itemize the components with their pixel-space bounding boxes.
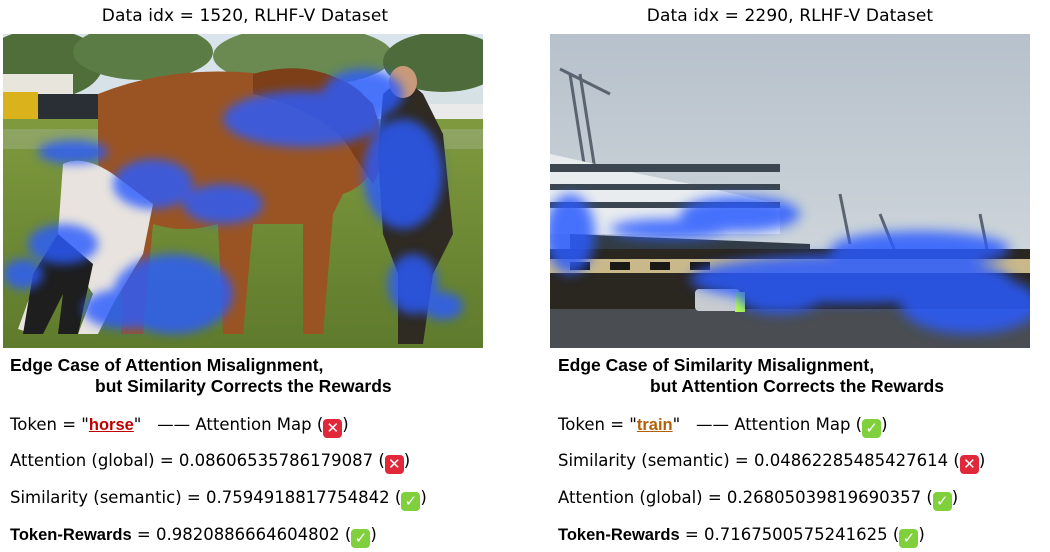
right-case-title: Edge Case of Similarity Misalignment, bu… — [558, 355, 944, 397]
right-rewards-value: = 0.7167500575241625 ( — [679, 525, 900, 544]
left-token-word: horse — [88, 416, 134, 434]
close-paren: ) — [951, 488, 959, 507]
left-panel-title: Data idx = 1520, RLHF-V Dataset — [101, 6, 389, 26]
left-case-title-line1: Edge Case of Attention Misalignment, — [10, 355, 324, 375]
close-paren: ) — [403, 451, 411, 470]
cross-icon: ✕ — [959, 455, 979, 474]
train-attention-image — [550, 34, 1030, 348]
left-attention-row: Attention (global) = 0.08606535786179087… — [10, 451, 410, 474]
token-suffix: " — [133, 415, 142, 434]
close-paren: ) — [978, 451, 986, 470]
check-icon: ✓ — [351, 529, 371, 548]
token-suffix: " — [672, 415, 681, 434]
left-case-title: Edge Case of Attention Misalignment, but… — [10, 355, 392, 397]
attention-map-label: —— Attention Map ( — [695, 415, 863, 434]
close-paren: ) — [370, 525, 377, 544]
close-paren: ) — [918, 525, 925, 544]
attention-map-label: —— Attention Map ( — [157, 415, 324, 434]
right-row2-label: Similarity (semantic) = 0.04862285485427… — [558, 451, 960, 470]
cross-icon: ✕ — [384, 455, 404, 474]
close-paren: ) — [342, 415, 349, 434]
close-paren: ) — [420, 488, 427, 507]
left-case-title-line2: but Similarity Corrects the Rewards — [95, 376, 392, 396]
right-similarity-row: Similarity (semantic) = 0.04862285485427… — [558, 451, 985, 474]
left-panel: Data idx = 1520, RLHF-V Dataset Edge Cas… — [0, 0, 500, 552]
right-panel: Data idx = 2290, RLHF-V Dataset Edge Cas… — [548, 0, 1048, 552]
right-rewards-row: Token-Rewards = 0.7167500575241625 (✓) — [558, 525, 925, 548]
rewards-label: Token-Rewards — [10, 526, 132, 544]
check-icon: ✓ — [862, 419, 882, 438]
token-prefix: Token = " — [558, 415, 637, 434]
cross-icon: ✕ — [323, 419, 343, 438]
horse-photo-illustration — [3, 34, 483, 348]
left-rewards-row: Token-Rewards = 0.9820886664604802 (✓) — [10, 525, 377, 548]
right-token-word: train — [636, 416, 673, 434]
right-panel-title: Data idx = 2290, RLHF-V Dataset — [646, 6, 934, 26]
left-row3-label: Similarity (semantic) = 0.75949188177548… — [10, 488, 402, 507]
check-icon: ✓ — [932, 492, 952, 511]
check-icon: ✓ — [899, 529, 919, 548]
right-token-row: Token = "train" —— Attention Map (✓) — [558, 415, 888, 438]
left-token-row: Token = "horse" —— Attention Map (✕) — [10, 415, 349, 438]
train-photo-illustration — [550, 34, 1030, 348]
left-similarity-row: Similarity (semantic) = 0.75949188177548… — [10, 488, 427, 511]
token-prefix: Token = " — [10, 415, 89, 434]
rewards-label: Token-Rewards — [558, 526, 680, 544]
right-case-title-line2: but Attention Corrects the Rewards — [650, 376, 944, 396]
close-paren: ) — [881, 415, 888, 434]
horse-attention-image — [3, 34, 483, 348]
left-rewards-value: = 0.9820886664604802 ( — [131, 525, 352, 544]
right-attention-row: Attention (global) = 0.26805039819690357… — [558, 488, 958, 511]
right-row3-label: Attention (global) = 0.26805039819690357… — [558, 488, 933, 507]
check-icon: ✓ — [401, 492, 421, 511]
right-case-title-line1: Edge Case of Similarity Misalignment, — [558, 355, 875, 375]
left-row2-label: Attention (global) = 0.08606535786179087… — [10, 451, 385, 470]
